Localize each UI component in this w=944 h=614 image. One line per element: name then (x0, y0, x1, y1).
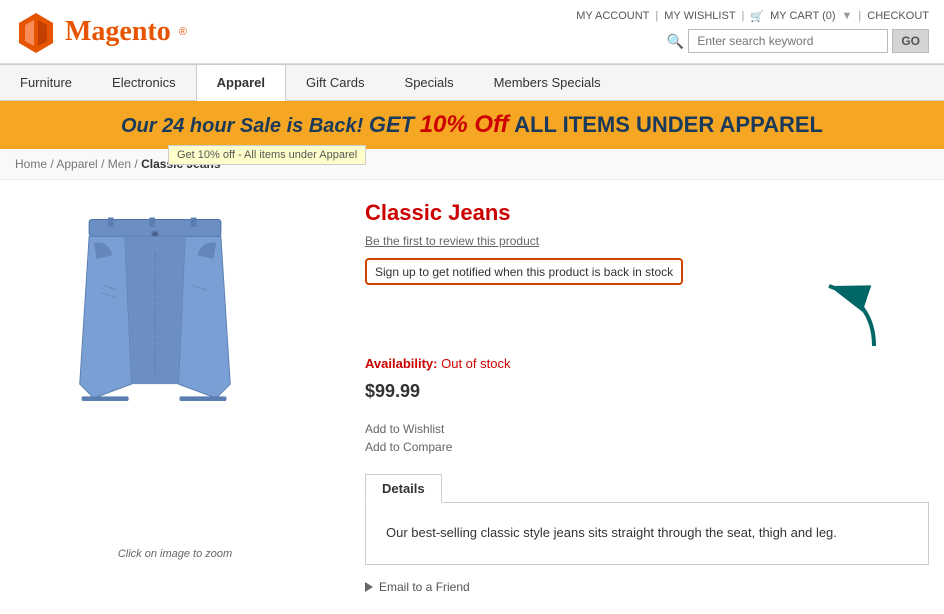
availability: Availability: Out of stock (365, 356, 929, 371)
email-friend-link[interactable]: Email to a Friend (365, 580, 929, 594)
logo: Magento ® (15, 11, 187, 53)
review-link[interactable]: Be the first to review this product (365, 234, 929, 248)
product-tabs: Details Our best-selling classic style j… (365, 474, 929, 565)
notify-link[interactable]: Sign up to get notified when this produc… (375, 265, 673, 279)
main-content: Click on image to zoom Classic Jeans Be … (0, 180, 944, 614)
tab-details[interactable]: Details (365, 474, 442, 503)
main-nav: Furniture Electronics Apparel Gift Cards… (0, 64, 944, 101)
zoom-text: Click on image to zoom (15, 548, 335, 560)
nav-apparel[interactable]: Apparel (196, 65, 286, 101)
nav-gift-cards[interactable]: Gift Cards (286, 65, 385, 100)
my-account-link[interactable]: MY ACCOUNT (576, 10, 649, 23)
product-image-svg (55, 210, 255, 530)
breadcrumb: Home / Apparel / Men / Classic Jeans (0, 149, 944, 180)
banner-tooltip: Get 10% off - All items under Apparel (168, 145, 366, 165)
product-image-section: Click on image to zoom (15, 200, 335, 594)
tab-header: Details (365, 474, 929, 503)
header-links: MY ACCOUNT | MY WISHLIST | 🛒 MY CART (0)… (576, 10, 929, 23)
breadcrumb-apparel[interactable]: Apparel (56, 157, 97, 171)
nav-members-specials[interactable]: Members Specials (474, 65, 621, 100)
triangle-icon (365, 582, 373, 592)
price: $99.99 (365, 381, 929, 402)
logo-registered: ® (179, 26, 187, 38)
search-button[interactable]: GO (892, 29, 929, 53)
logo-text: Magento (65, 16, 171, 48)
promo-banner: Our 24 hour Sale is Back! GET 10% Off AL… (0, 101, 944, 149)
search-input[interactable] (688, 29, 888, 53)
magento-logo-icon (15, 11, 57, 53)
add-to-wishlist-link[interactable]: Add to Wishlist (365, 422, 929, 436)
my-cart-link[interactable]: MY CART (0) (770, 10, 835, 23)
arrow-svg (809, 271, 889, 351)
product-info: Classic Jeans Be the first to review thi… (365, 200, 929, 594)
my-wishlist-link[interactable]: MY WISHLIST (664, 10, 735, 23)
banner-text: Our 24 hour Sale is Back! GET 10% Off AL… (121, 115, 823, 137)
checkout-link[interactable]: CHECKOUT (867, 10, 929, 23)
notify-box: Sign up to get notified when this produc… (365, 258, 683, 285)
header-right: MY ACCOUNT | MY WISHLIST | 🛒 MY CART (0)… (576, 10, 929, 53)
breadcrumb-men[interactable]: Men (108, 157, 131, 171)
product-title: Classic Jeans (365, 200, 929, 226)
search-icon: 🔍 (667, 33, 684, 50)
nav-specials[interactable]: Specials (385, 65, 474, 100)
add-to-compare-link[interactable]: Add to Compare (365, 440, 929, 454)
breadcrumb-home[interactable]: Home (15, 157, 47, 171)
product-image[interactable] (15, 200, 295, 540)
product-description: Our best-selling classic style jeans sit… (386, 523, 908, 544)
product-actions: Add to Wishlist Add to Compare (365, 422, 929, 454)
search-bar: 🔍 GO (667, 29, 929, 53)
nav-electronics[interactable]: Electronics (92, 65, 196, 100)
nav-furniture[interactable]: Furniture (0, 65, 92, 100)
tab-content: Our best-selling classic style jeans sit… (365, 502, 929, 565)
email-friend-text[interactable]: Email to a Friend (379, 580, 470, 594)
page-header: Magento ® MY ACCOUNT | MY WISHLIST | 🛒 MY… (0, 0, 944, 64)
